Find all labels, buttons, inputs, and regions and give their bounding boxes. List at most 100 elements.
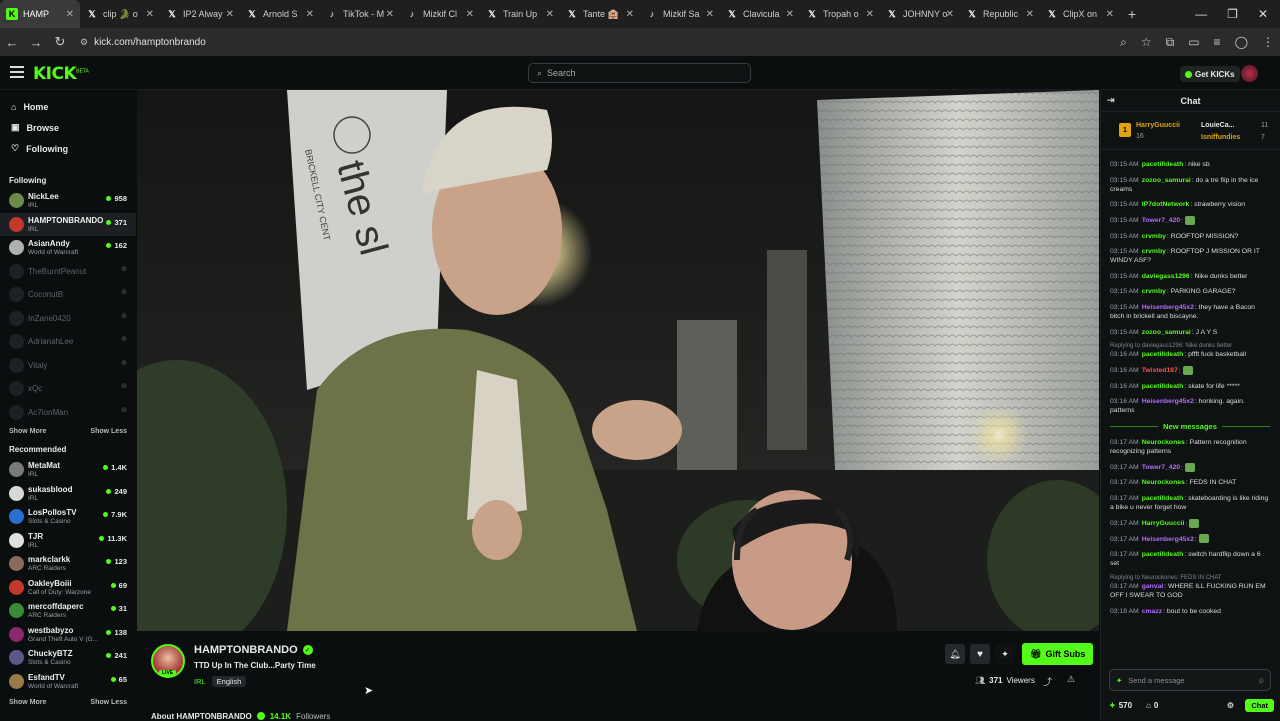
show-more-button[interactable]: Show More: [9, 699, 46, 706]
back-icon[interactable]: ←: [0, 35, 24, 50]
browser-tab[interactable]: 𝕏 Clavicula ✕: [720, 0, 800, 28]
chat-message[interactable]: 03:17 AM Heisenberg45x2:: [1110, 534, 1270, 544]
chat-message[interactable]: 03:15 AM crvmby: ROOFTOP MISSION?: [1110, 232, 1270, 241]
message-username[interactable]: pacetilldeath: [1142, 351, 1184, 358]
close-tab-icon[interactable]: ✕: [66, 9, 74, 20]
browser-tab[interactable]: 𝕏 ClipX on ✕: [1040, 0, 1120, 28]
chat-message[interactable]: 03:18 AM cmazz: bout to be cooked: [1110, 607, 1270, 616]
browser-tab[interactable]: 𝕏 Arnold S ✕: [240, 0, 320, 28]
chat-message[interactable]: 03:17 AM Neurockones: FEDS IN CHAT: [1110, 478, 1270, 487]
gifter-name[interactable]: HarryGuuccii: [1136, 122, 1180, 129]
following-channel[interactable]: Vitaly ⊘: [0, 354, 136, 378]
following-channel[interactable]: TheBurntPeanut ⊘: [0, 260, 136, 284]
profile-icon[interactable]: ◯: [1235, 35, 1248, 49]
message-username[interactable]: crvmby: [1142, 288, 1166, 295]
message-username[interactable]: Neurockones: [1142, 439, 1185, 446]
chat-input[interactable]: ✦ Send a message ☺: [1109, 669, 1271, 691]
chat-settings-icon[interactable]: ⚙: [1227, 701, 1234, 710]
browser-tab[interactable]: ♪ Mizkif Cl ✕: [400, 0, 480, 28]
message-username[interactable]: ganval: [1142, 583, 1164, 590]
follow-heart-icon[interactable]: ♥: [970, 644, 990, 664]
address-bar[interactable]: ⚙ kick.com/hamptonbrando: [80, 37, 206, 48]
message-username[interactable]: IP7dotNetwork: [1142, 201, 1190, 208]
message-username[interactable]: zozoo_samurai: [1142, 177, 1191, 184]
message-username[interactable]: Twisted187: [1142, 367, 1178, 374]
following-channel[interactable]: AdrianahLee ⊘: [0, 330, 136, 354]
report-icon[interactable]: ⚠: [1067, 674, 1075, 685]
channel-name[interactable]: HAMPTONBRANDO: [194, 644, 298, 656]
recommended-channel[interactable]: westbabyzo Grand Theft Auto V (G... 138: [0, 623, 136, 647]
send-chat-button[interactable]: Chat: [1245, 698, 1274, 712]
close-tab-icon[interactable]: ✕: [626, 9, 634, 20]
message-username[interactable]: daviegass1296: [1142, 273, 1190, 280]
following-channel[interactable]: Ac7ionMan ⊘: [0, 401, 136, 425]
extensions-icon[interactable]: ⧉: [1166, 35, 1175, 50]
menu-icon[interactable]: [10, 66, 24, 78]
close-window-icon[interactable]: ✕: [1258, 7, 1268, 21]
message-username[interactable]: pacetilldeath: [1142, 161, 1184, 168]
chat-message[interactable]: 03:17 AM HarryGuuccii:: [1110, 518, 1270, 528]
share-icon[interactable]: ⤴: [1043, 675, 1052, 688]
message-username[interactable]: crvmby: [1142, 233, 1166, 240]
emoji-icon[interactable]: ☺: [1257, 676, 1265, 685]
message-username[interactable]: crvmby: [1142, 248, 1166, 255]
chat-message[interactable]: 03:17 AM pacetilldeath: skateboarding is …: [1110, 494, 1270, 512]
gifter-name[interactable]: Isniffundies: [1201, 134, 1240, 141]
close-tab-icon[interactable]: ✕: [1026, 9, 1034, 20]
message-username[interactable]: Neurockones: [1142, 479, 1185, 486]
recommended-channel[interactable]: markclarkk ARC Raiders 123: [0, 552, 136, 576]
reload-icon[interactable]: ↻: [48, 34, 72, 50]
show-more-button[interactable]: Show More: [9, 428, 46, 435]
message-username[interactable]: pacetilldeath: [1142, 495, 1184, 502]
close-tab-icon[interactable]: ✕: [466, 9, 474, 20]
sidebar-nav-browse[interactable]: ▣ Browse: [0, 117, 136, 138]
chat-message[interactable]: 03:15 AM pacetilldeath: nike sb: [1110, 160, 1270, 169]
close-tab-icon[interactable]: ✕: [1106, 9, 1114, 20]
recommended-channel[interactable]: mercoffdaperc ARC Raiders 31: [0, 599, 136, 623]
new-tab-icon[interactable]: +: [1120, 6, 1144, 22]
browser-tab[interactable]: ♪ TikTok - M ✕: [320, 0, 400, 28]
boost-icon[interactable]: ✦: [995, 644, 1015, 664]
browser-menu-icon[interactable]: ⋮: [1262, 35, 1274, 49]
gifter-name[interactable]: LouieCa...: [1201, 122, 1234, 129]
browser-tab[interactable]: 𝕏 Tante 🏨 ✕: [560, 0, 640, 28]
forward-icon[interactable]: →: [24, 35, 48, 50]
close-tab-icon[interactable]: ✕: [226, 9, 234, 20]
following-channel[interactable]: HAMPTONBRANDO IRL 371: [0, 212, 136, 236]
message-username[interactable]: pacetilldeath: [1142, 383, 1184, 390]
following-channel[interactable]: AsianAndy World of Warcraft 162: [0, 236, 136, 260]
search-input[interactable]: ⌕ Search: [528, 63, 751, 83]
zoom-icon[interactable]: ⌕: [1120, 35, 1127, 50]
close-tab-icon[interactable]: ✕: [386, 9, 394, 20]
category-link[interactable]: IRL: [194, 676, 206, 687]
message-username[interactable]: Heisenberg45x2: [1142, 398, 1194, 405]
recommended-channel[interactable]: TJR IRL 11.3K: [0, 529, 136, 553]
bookmark-star-icon[interactable]: ☆: [1141, 35, 1152, 49]
close-tab-icon[interactable]: ✕: [786, 9, 794, 20]
language-tag[interactable]: English: [211, 676, 247, 687]
message-username[interactable]: Heisenberg45x2: [1142, 304, 1194, 311]
media-icon[interactable]: ≡: [1214, 35, 1221, 49]
browser-tab[interactable]: 𝕏 Republic ✕: [960, 0, 1040, 28]
chat-message[interactable]: 03:15 AM zozoo_samurai: J A Y S: [1110, 328, 1270, 337]
show-less-button[interactable]: Show Less: [90, 428, 127, 435]
chat-message[interactable]: 03:16 AM Twisted187:: [1110, 365, 1270, 375]
user-avatar[interactable]: [1241, 65, 1258, 82]
chat-message[interactable]: 03:17 AM ganval: WHERE ILL FUCKING RUN EM…: [1110, 582, 1270, 600]
chat-message[interactable]: 03:17 AM Neurockones: Pattern recognition…: [1110, 438, 1270, 456]
recommended-channel[interactable]: sukasblood IRL 249: [0, 482, 136, 506]
browser-tab[interactable]: 𝕏 Tropah o ✕: [800, 0, 880, 28]
gift-subs-button[interactable]: 🎁︎ Gift Subs: [1022, 643, 1094, 665]
close-tab-icon[interactable]: ✕: [706, 9, 714, 20]
recommended-channel[interactable]: OakleyBoiii Call of Duty: Warzone 69: [0, 576, 136, 600]
chat-message[interactable]: 03:15 AM daviegass1296: Nike dunks better: [1110, 272, 1270, 281]
message-username[interactable]: pacetilldeath: [1142, 551, 1184, 558]
cast-icon[interactable]: ▭: [1188, 35, 1199, 49]
browser-tab[interactable]: 𝕏 JOHNNY o ✕: [880, 0, 960, 28]
get-kicks-button[interactable]: Get KICKs: [1180, 66, 1240, 82]
browser-tab[interactable]: 𝕏clip 🐊 o ✕: [80, 0, 160, 28]
close-tab-icon[interactable]: ✕: [946, 9, 954, 20]
message-username[interactable]: Tower7_420: [1142, 464, 1180, 471]
collapse-chat-icon[interactable]: ⇥: [1107, 95, 1115, 106]
close-tab-icon[interactable]: ✕: [866, 9, 874, 20]
